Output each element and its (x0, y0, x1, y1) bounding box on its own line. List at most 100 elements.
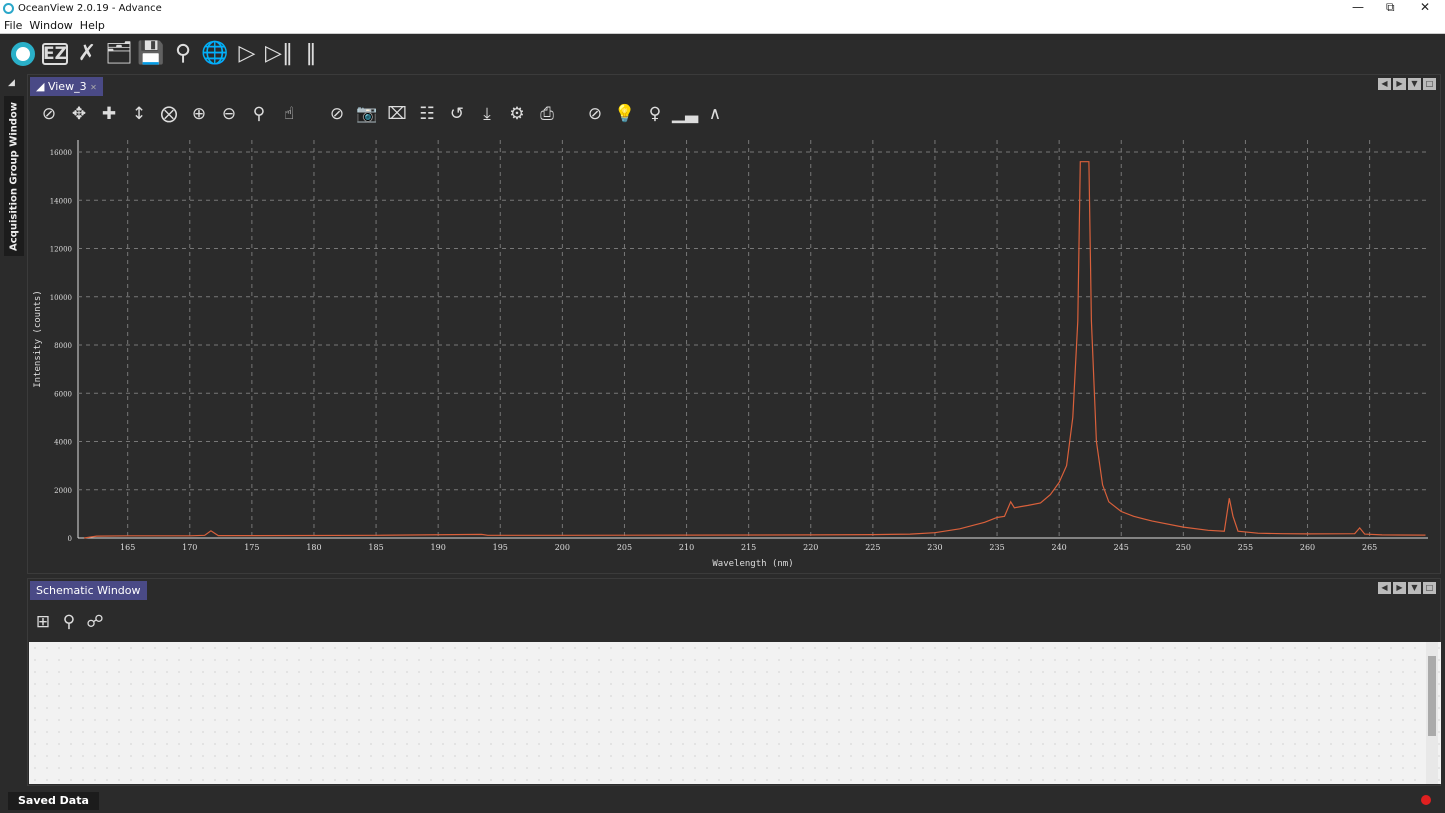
tab-label: View_3 (47, 80, 87, 93)
autoscale-icon[interactable]: ⊘ (36, 101, 62, 127)
x-tick-label: 195 (493, 543, 508, 552)
search-icon[interactable]: ⚲ (170, 40, 196, 68)
saved-data-tab[interactable]: Saved Data (8, 792, 99, 810)
settings-icon[interactable]: ⚙ (504, 101, 530, 127)
vertical-scale-icon[interactable]: ↕ (126, 101, 152, 127)
menu-file[interactable]: File (4, 19, 22, 32)
camera-icon[interactable]: 📷 (354, 101, 380, 127)
crosshair-icon[interactable]: ✚ (96, 101, 122, 127)
y-tick-label: 2000 (54, 487, 72, 495)
x-tick-label: 205 (617, 543, 632, 552)
x-tick-label: 165 (120, 543, 135, 552)
menu-icon[interactable]: ▼ (1408, 78, 1421, 90)
autoscale-alt-icon[interactable]: ⊘ (324, 101, 350, 127)
tab-view-3[interactable]: ◢ View_3 ✕ (30, 77, 103, 96)
minimize-button[interactable]: — (1352, 0, 1364, 14)
x-tick-label: 210 (679, 543, 694, 552)
status-bar: Saved Data (0, 790, 1445, 813)
x-axis-label: Wavelength (nm) (712, 559, 793, 569)
tools-icon[interactable]: ✗ (74, 40, 100, 68)
peak-icon[interactable]: ∧ (702, 101, 728, 127)
close-button[interactable]: ✕ (1420, 0, 1430, 14)
scrollbar-thumb[interactable] (1428, 656, 1436, 736)
reset-view-icon[interactable]: ⊘ (582, 101, 608, 127)
y-tick-label: 8000 (54, 342, 72, 350)
x-tick-label: 220 (803, 543, 818, 552)
x-tick-label: 245 (1114, 543, 1129, 552)
y-tick-label: 4000 (54, 439, 72, 447)
x-tick-label: 180 (306, 543, 321, 552)
y-tick-label: 6000 (54, 390, 72, 398)
zoom-in-icon[interactable]: ⊕ (186, 101, 212, 127)
oceanview-logo-icon[interactable] (10, 40, 36, 68)
x-tick-label: 225 (865, 543, 880, 552)
window-title: OceanView 2.0.19 - Advance (18, 3, 162, 14)
chart-icon[interactable]: ▁▃ (672, 101, 698, 127)
x-tick-label: 190 (431, 543, 446, 552)
menu-help[interactable]: Help (80, 19, 105, 32)
zoom-2-icon[interactable]: ⨂ (156, 101, 182, 127)
close-tab-icon[interactable]: ✕ (90, 83, 97, 92)
prev-icon[interactable]: ◀ (1378, 78, 1391, 90)
recording-indicator-icon (1421, 795, 1431, 805)
panel-controls: ◀ ▶ ▼ □ (1378, 78, 1436, 90)
schematic-canvas[interactable] (29, 642, 1441, 784)
spectrum-chart[interactable]: 165 170 175 180 185 190 195 200 205 210 215 220 225 2… (28, 130, 1440, 574)
lightbulb-on-icon[interactable]: 💡 (612, 101, 638, 127)
x-tick-label: 235 (989, 543, 1004, 552)
y-tick-label: 16000 (50, 149, 72, 157)
menu-window[interactable]: Window (29, 19, 72, 32)
pan-icon[interactable]: ✥ (66, 101, 92, 127)
layout-icon[interactable]: ⊞ (30, 609, 56, 635)
acquisition-group-window-tab[interactable]: Acquisition Group Window (4, 96, 24, 256)
open-folder-icon[interactable]: 🗂 (105, 40, 133, 68)
refresh-icon[interactable]: ↺ (444, 101, 470, 127)
prev-icon[interactable]: ◀ (1378, 582, 1391, 594)
x-tick-label: 255 (1238, 543, 1253, 552)
main-toolbar: EZ ✗ 🗂 💾 ⚲ 🌐 ▷ ▷‖ ‖ (0, 35, 1445, 72)
pause-icon[interactable]: ‖ (298, 40, 324, 68)
y-axis-label: Intensity (counts) (33, 290, 43, 388)
ez-icon[interactable]: EZ (42, 42, 68, 65)
menu-bar: File Window Help (0, 17, 1445, 34)
zoom-out-icon[interactable]: ⊖ (216, 101, 242, 127)
print-icon[interactable]: ⎙ (534, 101, 560, 127)
maximize-icon[interactable]: □ (1423, 582, 1436, 594)
next-icon[interactable]: ▶ (1393, 78, 1406, 90)
play-icon[interactable]: ▷ (234, 40, 260, 68)
x-tick-label: 170 (182, 543, 197, 552)
y-tick-label: 14000 (50, 197, 72, 205)
overlay-icon[interactable]: ☷ (414, 101, 440, 127)
maximize-icon[interactable]: □ (1423, 78, 1436, 90)
vertical-scrollbar[interactable] (1426, 642, 1438, 784)
chart-toolbar: ⊘ ✥ ✚ ↕ ⨂ ⊕ ⊖ ⚲ ☝ ⊘ 📷 ⌧ ☷ ↺ ⤓ ⚙ ⎙ ⊘ 💡 ♀ ▁▃ ∧ (36, 101, 728, 127)
zoom-icon[interactable]: ⚲ (246, 101, 272, 127)
connect-icon[interactable]: ☍ (82, 609, 108, 635)
tab-schematic-window[interactable]: Schematic Window (30, 581, 147, 600)
search-icon[interactable]: ⚲ (56, 609, 82, 635)
next-icon[interactable]: ▶ (1393, 582, 1406, 594)
x-tick-label: 250 (1176, 543, 1191, 552)
y-tick-label: 0 (68, 535, 72, 543)
y-tick-label: 12000 (50, 246, 72, 254)
x-tick-label: 215 (741, 543, 756, 552)
menu-icon[interactable]: ▼ (1408, 582, 1421, 594)
export-icon[interactable]: ⤓ (474, 101, 500, 127)
restore-button[interactable]: ⧉ (1386, 0, 1395, 15)
step-icon[interactable]: ▷‖ (265, 40, 293, 68)
x-tick-label: 185 (368, 543, 383, 552)
schematic-panel: Schematic Window ◀ ▶ ▼ □ ⊞ ⚲ ☍ (27, 578, 1441, 786)
spectrum-line (84, 161, 1426, 539)
globe-icon[interactable]: 🌐 (201, 40, 228, 68)
x-tick-label: 260 (1300, 543, 1315, 552)
app-logo-icon (3, 3, 14, 14)
clear-icon[interactable]: ⌧ (384, 101, 410, 127)
save-icon[interactable]: 💾 (137, 40, 164, 68)
x-tick-label: 240 (1052, 543, 1067, 552)
restore-side-icon[interactable]: ◢ (8, 78, 15, 88)
lightbulb-off-icon[interactable]: ♀ (642, 101, 668, 127)
x-tick-label: 200 (555, 543, 570, 552)
hand-icon[interactable]: ☝ (276, 101, 302, 127)
schematic-toolbar: ⊞ ⚲ ☍ (30, 609, 108, 635)
y-tick-label: 10000 (50, 294, 72, 302)
